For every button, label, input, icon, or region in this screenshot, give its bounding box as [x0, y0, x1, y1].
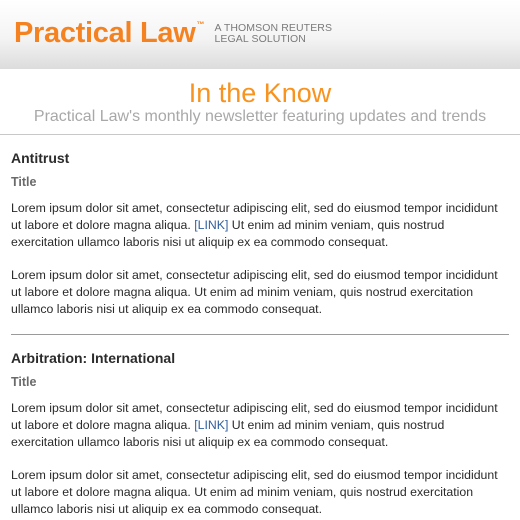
brand-name: Practical Law — [14, 17, 196, 49]
section-arbitration-international: Arbitration: International Title Lorem i… — [11, 335, 509, 518]
paragraph: Lorem ipsum dolor sit amet, consectetur … — [11, 200, 509, 251]
brand-header: Practical Law ™ A THOMSON REUTERS LEGAL … — [0, 0, 520, 69]
newsletter-page: Practical Law ™ A THOMSON REUTERS LEGAL … — [0, 0, 520, 520]
item-title: Title — [11, 375, 37, 389]
trademark-symbol: ™ — [196, 20, 205, 29]
section-heading: Antitrust — [11, 150, 70, 166]
paragraph: Lorem ipsum dolor sit amet, consectetur … — [11, 400, 509, 451]
inline-link[interactable]: [LINK] — [194, 218, 228, 232]
newsletter-content: Antitrust Title Lorem ipsum dolor sit am… — [0, 135, 520, 518]
practical-law-logo[interactable]: Practical Law ™ A THOMSON REUTERS LEGAL … — [14, 16, 332, 50]
inline-link[interactable]: [LINK] — [194, 418, 228, 432]
paragraph: Lorem ipsum dolor sit amet, consectetur … — [11, 468, 498, 516]
section-heading: Arbitration: International — [11, 350, 176, 366]
brand-tagline: A THOMSON REUTERS LEGAL SOLUTION — [214, 23, 332, 45]
section-antitrust: Antitrust Title Lorem ipsum dolor sit am… — [11, 135, 509, 335]
tagline-line-2: LEGAL SOLUTION — [214, 33, 306, 45]
masthead: In the Know Practical Law's monthly news… — [0, 69, 520, 134]
item-title: Title — [11, 175, 37, 189]
newsletter-title: In the Know — [188, 78, 332, 108]
newsletter-subtitle: Practical Law's monthly newsletter featu… — [33, 108, 487, 125]
paragraph: Lorem ipsum dolor sit amet, consectetur … — [11, 268, 498, 316]
